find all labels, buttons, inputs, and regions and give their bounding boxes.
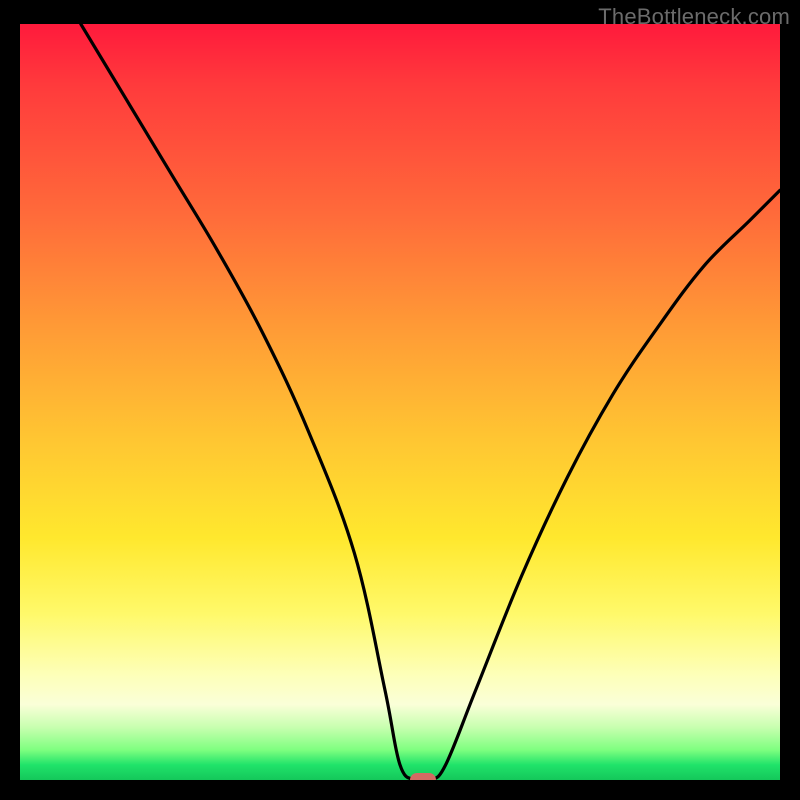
plot-area: [20, 24, 780, 780]
chart-frame: TheBottleneck.com: [0, 0, 800, 800]
watermark-label: TheBottleneck.com: [598, 4, 790, 30]
bottleneck-curve: [20, 24, 780, 780]
curve-path: [81, 24, 780, 780]
optimal-marker: [410, 773, 436, 780]
